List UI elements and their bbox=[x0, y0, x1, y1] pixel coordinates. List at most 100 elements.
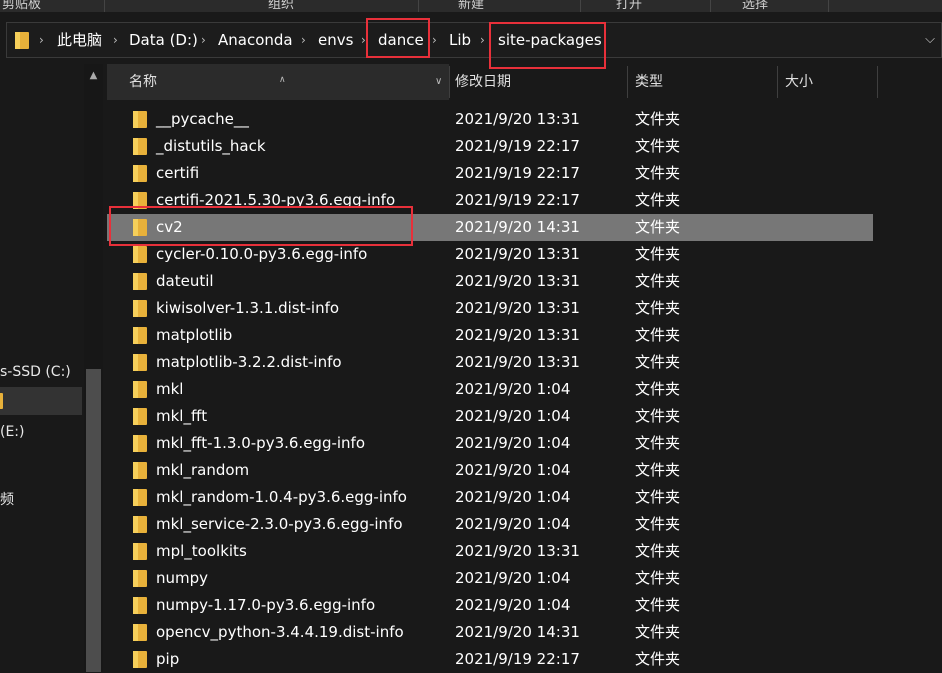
ribbon-group-select[interactable]: 选择 bbox=[742, 0, 768, 12]
folder-icon bbox=[133, 246, 147, 263]
folder-icon bbox=[133, 570, 147, 587]
nav-item-selected[interactable] bbox=[0, 387, 82, 415]
folder-icon bbox=[133, 273, 147, 290]
file-type: 文件夹 bbox=[635, 380, 681, 398]
nav-item-videos[interactable]: 频 bbox=[0, 486, 14, 514]
file-row[interactable]: mpl_toolkits 2021/9/20 13:31 文件夹 bbox=[107, 538, 873, 565]
scroll-up-arrow-icon[interactable]: ▲ bbox=[84, 68, 103, 84]
file-name: mkl_fft-1.3.0-py3.6.egg-info bbox=[156, 434, 366, 452]
nav-item-drive-e[interactable]: (E:) bbox=[0, 418, 25, 446]
file-type: 文件夹 bbox=[635, 515, 681, 533]
ribbon-group-clipboard[interactable]: 剪贴板 bbox=[2, 0, 41, 12]
navigation-pane: s-SSD (C:) (E:) 频 ▲ bbox=[0, 64, 103, 672]
folder-icon bbox=[133, 489, 147, 506]
address-box[interactable]: › 此电脑 › Data (D:) › Anaconda › envs › da… bbox=[6, 22, 942, 58]
chevron-right-icon[interactable]: › bbox=[480, 23, 485, 57]
folder-icon bbox=[133, 381, 147, 398]
chevron-right-icon[interactable]: › bbox=[201, 23, 206, 57]
file-row[interactable]: mkl_random-1.0.4-py3.6.egg-info 2021/9/20… bbox=[107, 484, 873, 511]
column-divider[interactable] bbox=[449, 66, 450, 98]
folder-icon bbox=[133, 516, 147, 533]
file-date: 2021/9/20 1:04 bbox=[455, 380, 571, 398]
file-date: 2021/9/20 14:31 bbox=[455, 623, 580, 641]
file-date: 2021/9/20 1:04 bbox=[455, 569, 571, 587]
file-date: 2021/9/20 13:31 bbox=[455, 326, 580, 344]
file-row[interactable]: opencv_python-3.4.4.19.dist-info 2021/9/2… bbox=[107, 619, 873, 646]
chevron-right-icon[interactable]: › bbox=[432, 23, 437, 57]
crumb-anaconda[interactable]: Anaconda bbox=[218, 23, 293, 57]
column-header-name[interactable]: 名称 ∧ ∨ bbox=[107, 64, 449, 100]
crumb-envs[interactable]: envs bbox=[318, 23, 353, 57]
file-type: 文件夹 bbox=[635, 407, 681, 425]
file-row[interactable]: numpy-1.17.0-py3.6.egg-info 2021/9/20 1:0… bbox=[107, 592, 873, 619]
crumb-lib[interactable]: Lib bbox=[449, 23, 471, 57]
column-header-size[interactable]: 大小 bbox=[785, 64, 813, 100]
chevron-down-icon[interactable]: ⌵ bbox=[925, 23, 935, 57]
file-name: _distutils_hack bbox=[156, 137, 266, 155]
file-type: 文件夹 bbox=[635, 461, 681, 479]
file-name: matplotlib bbox=[156, 326, 233, 344]
file-date: 2021/9/19 22:17 bbox=[455, 137, 580, 155]
folder-icon bbox=[0, 393, 3, 409]
file-type: 文件夹 bbox=[635, 191, 681, 209]
file-row[interactable]: dateutil 2021/9/20 13:31 文件夹 bbox=[107, 268, 873, 295]
column-header: 名称 ∧ ∨ 修改日期 类型 大小 bbox=[103, 64, 942, 100]
file-type: 文件夹 bbox=[635, 110, 681, 128]
file-row[interactable]: matplotlib-3.2.2.dist-info 2021/9/20 13:3… bbox=[107, 349, 873, 376]
chevron-down-icon[interactable]: ∨ bbox=[435, 64, 442, 100]
file-date: 2021/9/20 13:31 bbox=[455, 245, 580, 263]
file-date: 2021/9/19 22:17 bbox=[455, 164, 580, 182]
file-date: 2021/9/19 22:17 bbox=[455, 650, 580, 668]
ribbon-separator bbox=[104, 0, 105, 12]
file-name: mkl_fft bbox=[156, 407, 208, 425]
file-row[interactable]: pip 2021/9/19 22:17 文件夹 bbox=[107, 646, 873, 673]
file-row[interactable]: __pycache__ 2021/9/20 13:31 文件夹 bbox=[107, 106, 873, 133]
chevron-right-icon[interactable]: › bbox=[301, 23, 306, 57]
column-divider[interactable] bbox=[627, 66, 628, 98]
crumb-data-drive[interactable]: Data (D:) bbox=[129, 23, 198, 57]
folder-icon bbox=[133, 462, 147, 479]
column-divider[interactable] bbox=[877, 66, 878, 98]
nav-scroll-thumb[interactable] bbox=[86, 369, 101, 672]
folder-icon bbox=[133, 651, 147, 668]
file-row[interactable]: certifi 2021/9/19 22:17 文件夹 bbox=[107, 160, 873, 187]
file-date: 2021/9/20 13:31 bbox=[455, 272, 580, 290]
file-row[interactable]: mkl_random 2021/9/20 1:04 文件夹 bbox=[107, 457, 873, 484]
file-row[interactable]: _distutils_hack 2021/9/19 22:17 文件夹 bbox=[107, 133, 873, 160]
file-type: 文件夹 bbox=[635, 245, 681, 263]
ribbon-group-organize[interactable]: 组织 bbox=[268, 0, 294, 12]
chevron-right-icon[interactable]: › bbox=[113, 23, 118, 57]
file-date: 2021/9/20 1:04 bbox=[455, 407, 571, 425]
ribbon-separator bbox=[710, 0, 711, 12]
file-date: 2021/9/20 13:31 bbox=[455, 110, 580, 128]
file-name: matplotlib-3.2.2.dist-info bbox=[156, 353, 342, 371]
folder-icon bbox=[15, 32, 29, 49]
nav-item-drive-c[interactable]: s-SSD (C:) bbox=[0, 358, 71, 386]
file-row[interactable]: numpy 2021/9/20 1:04 文件夹 bbox=[107, 565, 873, 592]
folder-icon bbox=[133, 300, 147, 317]
file-row[interactable]: mkl 2021/9/20 1:04 文件夹 bbox=[107, 376, 873, 403]
file-type: 文件夹 bbox=[635, 650, 681, 668]
file-name: dateutil bbox=[156, 272, 214, 290]
column-header-date[interactable]: 修改日期 bbox=[455, 64, 511, 100]
file-row[interactable]: mkl_service-2.3.0-py3.6.egg-info 2021/9/2… bbox=[107, 511, 873, 538]
column-divider[interactable] bbox=[777, 66, 778, 98]
file-type: 文件夹 bbox=[635, 326, 681, 344]
column-header-type[interactable]: 类型 bbox=[635, 64, 663, 100]
file-row[interactable]: kiwisolver-1.3.1.dist-info 2021/9/20 13:3… bbox=[107, 295, 873, 322]
file-type: 文件夹 bbox=[635, 623, 681, 641]
chevron-right-icon[interactable]: › bbox=[39, 23, 44, 57]
ribbon-group-new[interactable]: 新建 bbox=[458, 0, 484, 12]
file-type: 文件夹 bbox=[635, 164, 681, 182]
nav-scrollbar[interactable]: ▲ bbox=[84, 64, 103, 672]
folder-icon bbox=[133, 435, 147, 452]
ribbon-group-open[interactable]: 打开 bbox=[616, 0, 642, 12]
file-row[interactable]: matplotlib 2021/9/20 13:31 文件夹 bbox=[107, 322, 873, 349]
folder-icon bbox=[133, 624, 147, 641]
file-row[interactable]: mkl_fft-1.3.0-py3.6.egg-info 2021/9/20 1:… bbox=[107, 430, 873, 457]
ribbon-separator bbox=[418, 0, 419, 12]
file-name: mkl bbox=[156, 380, 184, 398]
crumb-this-pc[interactable]: 此电脑 bbox=[57, 23, 102, 57]
file-type: 文件夹 bbox=[635, 434, 681, 452]
file-row[interactable]: mkl_fft 2021/9/20 1:04 文件夹 bbox=[107, 403, 873, 430]
